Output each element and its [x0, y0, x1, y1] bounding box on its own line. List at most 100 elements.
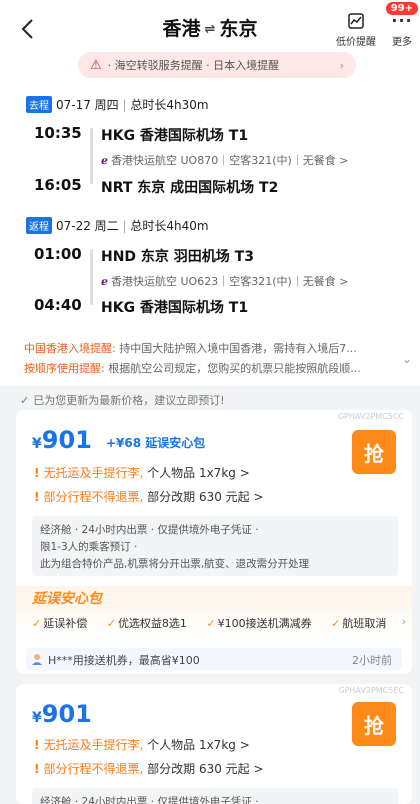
social-text: H***用接送机券，最高省¥100 — [48, 654, 200, 667]
inbound-tag: 返程 — [26, 217, 52, 234]
more-label: 更多 — [392, 37, 412, 48]
insurance-item: ✓ 优选权益8选1 — [107, 617, 195, 630]
fare-code: GPHAV2PMC5EC — [338, 686, 404, 695]
notification-badge: 99+ — [385, 2, 418, 15]
reminder-text: 根据航空公司规定，您购买的机票只能按照航段顺... — [104, 362, 361, 375]
refund-rule[interactable]: ! 部分行程不得退票, 部分改期 630 元起 > — [34, 488, 264, 505]
round-trip-arrow-icon: ⇌ — [204, 22, 216, 37]
rule-highlight: 无托运及手提行李, — [43, 738, 144, 752]
destination-city: 东京 — [219, 18, 258, 40]
avatar-icon — [32, 654, 42, 665]
insurance-item: ✓ 延误补偿 — [32, 617, 95, 630]
notice-text: · 海空转驳服务提醒 · 日本入境提醒 — [107, 59, 280, 72]
insurance-item-label: ¥100接送机满减券 — [217, 617, 312, 630]
rule-text: 部分改期 630 元起 > — [143, 490, 264, 504]
fare-card[interactable]: GPHAV2PMC5CC ¥901 +¥68 延误安心包 抢 ! 无托运及手提行李… — [16, 410, 412, 674]
sequence-reminder: 按顺序使用提醒: 根据航空公司规定，您购买的机票只能按照航段顺... — [24, 360, 361, 376]
route-line — [90, 249, 93, 305]
delay-insurance-package[interactable]: 延误安心包 ✓ 延误补偿 ✓ 优选权益8选1 ✓ ¥100接送机满减券 ✓ 航班取消 › — [16, 586, 412, 642]
inbound-header: 返程 07-22 周二 | 总时长4h40m — [26, 217, 209, 234]
inbound-date: 07-22 周二 — [56, 219, 119, 233]
check-icon: ✓ — [331, 617, 341, 630]
origin-city: 香港 — [162, 18, 201, 40]
exclamation-icon: ! — [34, 762, 40, 776]
route-line — [90, 128, 93, 184]
insurance-item: ✓ 航班取消 — [331, 617, 394, 630]
outbound-arr-time: 16:05 — [34, 176, 82, 194]
inbound-arr-airport: HKG 香港国际机场 T1 — [101, 300, 249, 316]
reminder-label: 中国香港入境提醒: — [24, 342, 116, 355]
price-alert-label: 低价提醒 — [336, 37, 376, 48]
exclamation-icon: ! — [34, 466, 40, 480]
travel-notice-bar[interactable]: ⚠ · 海空转驳服务提醒 · 日本入境提醒 › — [78, 52, 356, 78]
insurance-items: ✓ 延误补偿 ✓ 优选权益8选1 ✓ ¥100接送机满减券 ✓ 航班取消 — [32, 615, 402, 631]
detail-line: 经济舱 · 24小时内出票 · 仅提供境外电子凭证 · — [40, 524, 259, 536]
fare-price: ¥901 — [32, 426, 92, 454]
rule-text: 个人物品 1x7kg > — [143, 738, 250, 752]
insurance-item-label: 航班取消 — [342, 617, 387, 630]
price-updated-note: ✓ 已为您更新为最新价格，建议立即预订! — [20, 392, 225, 408]
exclamation-icon: ! — [34, 490, 40, 504]
insurance-item: ✓ ¥100接送机满减券 — [206, 617, 319, 630]
price-chart-icon — [348, 13, 364, 29]
outbound-flight-info[interactable]: ℯ 香港快运航空 UO870｜空客321(中)｜无餐食 > — [101, 152, 349, 168]
insurance-item-label: 延误补偿 — [43, 617, 88, 630]
inbound-flight-text: 香港快运航空 UO623｜空客321(中)｜无餐食 > — [111, 275, 349, 288]
outbound-tag: 去程 — [26, 96, 52, 113]
hk-entry-reminder: 中国香港入境提醒: 持中国大陆护照入境中国香港，需持有入境后7... — [24, 340, 357, 356]
outbound-date: 07-17 周四 — [56, 98, 119, 112]
check-icon: ✓ — [206, 617, 216, 630]
entry-reminders[interactable]: 中国香港入境提醒: 持中国大陆护照入境中国香港，需持有入境后7... 按顺序使用… — [0, 330, 420, 386]
inbound-segment[interactable]: 返程 07-22 周二 | 总时长4h40m 01:00 HND 东京 羽田机场 … — [0, 214, 420, 330]
reminder-label: 按顺序使用提醒: — [24, 362, 105, 375]
baggage-rule[interactable]: ! 无托运及手提行李, 个人物品 1x7kg > — [34, 736, 250, 753]
exclamation-icon: ! — [34, 738, 40, 752]
updated-text: 已为您更新为最新价格，建议立即预订! — [33, 394, 225, 407]
inbound-dep-airport: HND 东京 羽田机场 T3 — [101, 249, 254, 265]
grab-button[interactable]: 抢 — [352, 430, 396, 474]
airline-logo-icon: ℯ — [101, 275, 108, 288]
fare-card[interactable]: GPHAV2PMC5EC ¥901 抢 ! 无托运及手提行李, 个人物品 1x7k… — [16, 684, 412, 804]
rule-highlight: 部分行程不得退票, — [43, 490, 144, 504]
fare-details: 经济舱 · 24小时内出票 · 仅提供境外电子凭证 · — [32, 788, 398, 804]
currency-symbol: ¥ — [32, 710, 42, 726]
warning-icon: ⚠ — [90, 57, 102, 73]
outbound-duration: 总时长4h30m — [130, 98, 209, 112]
chevron-right-icon: › — [339, 58, 344, 72]
inbound-flight-info[interactable]: ℯ 香港快运航空 UO623｜空客321(中)｜无餐食 > — [101, 273, 349, 289]
detail-line: 经济舱 · 24小时内出票 · 仅提供境外电子凭证 · — [40, 796, 259, 804]
reminder-text: 持中国大陆护照入境中国香港，需持有入境后7... — [115, 342, 357, 355]
outbound-dep-time: 10:35 — [34, 124, 82, 142]
rule-highlight: 无托运及手提行李, — [43, 466, 144, 480]
fare-details: 经济舱 · 24小时内出票 · 仅提供境外电子凭证 · 限1-3人的乘客预订 ·… — [32, 516, 398, 576]
header: 香港 ⇌ 东京 低价提醒 ··· 更多 99+ ⚠ · 海空转驳服务提醒 · 日本入… — [0, 0, 420, 92]
addon-package[interactable]: +¥68 延误安心包 — [106, 434, 205, 451]
more-button[interactable]: ··· 更多 — [390, 12, 414, 49]
outbound-flight-text: 香港快运航空 UO870｜空客321(中)｜无餐食 > — [111, 154, 349, 167]
fare-code: GPHAV2PMC5CC — [337, 412, 404, 421]
price-alert-button[interactable]: 低价提醒 — [336, 12, 376, 48]
outbound-header: 去程 07-17 周四 | 总时长4h30m — [26, 96, 209, 113]
grab-button[interactable]: 抢 — [352, 702, 396, 746]
check-icon: ✓ — [32, 617, 42, 630]
inbound-dep-time: 01:00 — [34, 245, 82, 263]
rule-text: 部分改期 630 元起 > — [143, 762, 264, 776]
insurance-title: 延误安心包 — [32, 591, 102, 607]
outbound-segment[interactable]: 去程 07-17 周四 | 总时长4h30m 10:35 HKG 香港国际机场 T… — [0, 92, 420, 214]
outbound-arr-airport: NRT 东京 成田国际机场 T2 — [101, 180, 279, 196]
detail-line: 此为组合特价产品,机票将分开出票,航变、退改需分开处理 — [40, 558, 310, 570]
currency-symbol: ¥ — [32, 436, 42, 452]
rule-highlight: 部分行程不得退票, — [43, 762, 144, 776]
expand-chevron-icon[interactable]: ⌄ — [402, 352, 412, 366]
airline-logo-icon: ℯ — [101, 154, 108, 167]
inbound-duration: 总时长4h40m — [130, 219, 209, 233]
fare-price: ¥901 — [32, 700, 92, 728]
baggage-rule[interactable]: ! 无托运及手提行李, 个人物品 1x7kg > — [34, 464, 250, 481]
detail-line: 限1-3人的乘客预订 · — [40, 541, 138, 553]
price-value: 901 — [41, 700, 92, 728]
refund-rule[interactable]: ! 部分行程不得退票, 部分改期 630 元起 > — [34, 760, 264, 777]
social-time: 2小时前 — [352, 654, 392, 667]
inbound-arr-time: 04:40 — [34, 296, 82, 314]
chevron-right-icon[interactable]: › — [397, 615, 406, 628]
check-circle-icon: ✓ — [20, 394, 30, 407]
